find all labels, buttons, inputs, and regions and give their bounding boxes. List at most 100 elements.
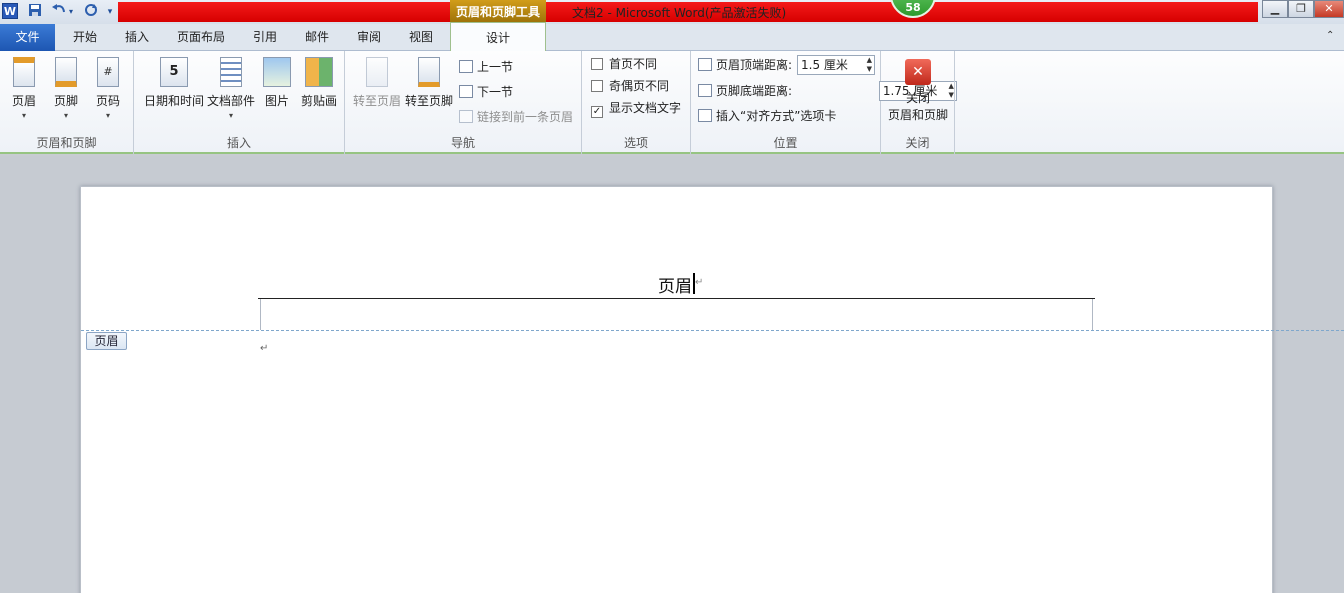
- undo-dropdown-icon[interactable]: ▾: [66, 3, 76, 21]
- previous-section-icon: [459, 60, 473, 73]
- tab-review[interactable]: 审阅: [344, 24, 394, 51]
- link-icon: [459, 110, 473, 123]
- tab-file[interactable]: 文件: [0, 24, 55, 51]
- tab-insert[interactable]: 插入: [112, 24, 162, 51]
- show-document-text-checkbox[interactable]: ✓ 显示文档文字: [591, 99, 681, 118]
- checkbox-icon: [591, 58, 603, 70]
- dropdown-icon: ▾: [105, 111, 110, 120]
- tab-design[interactable]: 设计: [450, 22, 546, 52]
- header-top-value: 1.5 厘米: [801, 58, 848, 72]
- different-first-page-label: 首页不同: [609, 57, 658, 71]
- group-position: 页眉顶端距离: 1.5 厘米 ▲ ▼ 页脚底端距离: 1.75 厘米 ▲ ▼ 插入“…: [691, 51, 957, 154]
- alignment-tab-icon: [698, 109, 712, 122]
- group-label: 页眉和页脚: [36, 136, 97, 150]
- dropdown-icon: ▾: [21, 111, 26, 120]
- previous-section-label: 上一节: [477, 60, 514, 74]
- header-top-distance-label: 页眉顶端距离:: [698, 56, 792, 74]
- insert-alignment-tab-button[interactable]: 插入“对齐方式”选项卡: [698, 107, 836, 125]
- minimize-icon[interactable]: ▁: [1262, 0, 1288, 18]
- close-label-line1: 关闭: [905, 91, 930, 105]
- checkbox-icon: [591, 80, 603, 92]
- footer-icon: [55, 57, 77, 87]
- quickparts-button[interactable]: 文档部件 ▾: [206, 57, 256, 120]
- quickparts-icon: [220, 57, 242, 87]
- goto-header-label: 转至页眉: [352, 94, 401, 108]
- contextual-tab-title: 页眉和页脚工具: [450, 0, 546, 24]
- window-title: 文档2 - Microsoft Word(产品激活失败): [572, 6, 787, 20]
- different-first-page-checkbox[interactable]: 首页不同: [591, 55, 657, 73]
- paragraph-mark: ↵: [260, 343, 269, 354]
- clipart-icon: [305, 57, 333, 87]
- header-position-icon: [698, 58, 712, 71]
- picture-label: 图片: [264, 94, 289, 108]
- header-tag: 页眉: [86, 332, 127, 350]
- ribbon: 页眉 ▾ 页脚 ▾ # 页码 ▾ 页眉和页脚 5 日期和时间 文档部件 ▾ 图片: [0, 51, 1344, 154]
- quickparts-label: 文档部件: [206, 94, 255, 108]
- group-label: 插入: [226, 136, 251, 150]
- close-header-footer-button[interactable]: ✕ 关闭 页眉和页脚: [885, 59, 951, 123]
- clipart-label: 剪贴画: [300, 94, 337, 108]
- close-window-icon[interactable]: ✕: [1314, 0, 1344, 18]
- tab-references[interactable]: 引用: [240, 24, 290, 51]
- goto-footer-icon: [418, 57, 440, 87]
- different-odd-even-label: 奇偶页不同: [609, 79, 670, 93]
- tab-page-layout[interactable]: 页面布局: [164, 24, 238, 51]
- word-icon[interactable]: W: [2, 3, 18, 19]
- header-top-text: 页眉顶端距离:: [716, 58, 793, 72]
- close-icon: ✕: [905, 59, 931, 85]
- next-section-button[interactable]: 下一节: [459, 83, 513, 101]
- group-options: 首页不同 奇偶页不同 ✓ 显示文档文字 选项: [582, 51, 691, 154]
- group-label: 位置: [773, 136, 798, 150]
- close-label-line2: 页眉和页脚: [887, 108, 948, 122]
- footer-label: 页脚: [53, 94, 78, 108]
- redo-icon[interactable]: [82, 3, 100, 21]
- spin-arrows-icon[interactable]: ▲ ▼: [867, 56, 872, 74]
- restore-icon[interactable]: ❐: [1288, 0, 1314, 18]
- customize-toolbar-icon[interactable]: ▾: [104, 3, 116, 21]
- page-number-label: 页码: [95, 94, 120, 108]
- collapse-ribbon-icon[interactable]: ⌃: [1326, 30, 1334, 41]
- header-boundary-line: [81, 330, 1344, 331]
- group-label: 选项: [623, 136, 648, 150]
- datetime-button[interactable]: 5 日期和时间: [140, 57, 208, 109]
- different-odd-even-checkbox[interactable]: 奇偶页不同: [591, 77, 669, 95]
- document-page[interactable]: [80, 186, 1273, 593]
- checkmark-icon: ✓: [591, 106, 603, 118]
- header-button[interactable]: 页眉 ▾: [6, 57, 42, 120]
- footer-bottom-distance-label: 页脚底端距离:: [698, 82, 792, 100]
- paragraph-mark: ↵: [695, 277, 704, 288]
- header-top-distance-input[interactable]: 1.5 厘米 ▲ ▼: [797, 55, 875, 75]
- next-section-label: 下一节: [477, 85, 514, 99]
- group-navigation: 转至页眉 转至页脚 上一节 下一节 链接到前一条页眉 导航: [345, 51, 582, 154]
- show-document-text-label: 显示文档文字: [609, 101, 682, 115]
- header-text[interactable]: 页眉: [658, 272, 692, 297]
- picture-icon: [263, 57, 291, 87]
- insert-alignment-tab-label: 插入“对齐方式”选项卡: [716, 109, 837, 123]
- group-insert: 5 日期和时间 文档部件 ▾ 图片 剪贴画 插入: [134, 51, 345, 154]
- tab-home[interactable]: 开始: [58, 24, 112, 51]
- next-section-icon: [459, 85, 473, 98]
- group-label: 导航: [450, 136, 475, 150]
- save-icon[interactable]: [26, 3, 44, 21]
- link-to-previous-label: 链接到前一条页眉: [477, 110, 574, 124]
- clipart-button[interactable]: 剪贴画: [298, 57, 340, 109]
- page-number-icon: #: [97, 57, 119, 87]
- datetime-label: 日期和时间: [143, 94, 204, 108]
- link-to-previous-button[interactable]: 链接到前一条页眉: [459, 108, 573, 126]
- goto-footer-label: 转至页脚: [404, 94, 453, 108]
- header-region[interactable]: [260, 299, 1093, 330]
- calendar-icon: 5: [160, 57, 188, 87]
- tab-view[interactable]: 视图: [396, 24, 446, 51]
- goto-footer-button[interactable]: 转至页脚: [403, 57, 455, 109]
- dropdown-icon: ▾: [228, 111, 233, 120]
- page-number-button[interactable]: # 页码 ▾: [90, 57, 126, 120]
- dropdown-icon: ▾: [63, 111, 68, 120]
- previous-section-button[interactable]: 上一节: [459, 58, 513, 76]
- group-label: 关闭: [905, 136, 930, 150]
- group-header-footer: 页眉 ▾ 页脚 ▾ # 页码 ▾ 页眉和页脚: [0, 51, 134, 154]
- footer-button[interactable]: 页脚 ▾: [48, 57, 84, 120]
- footer-bottom-text: 页脚底端距离:: [716, 84, 793, 98]
- goto-header-button[interactable]: 转至页眉: [351, 57, 403, 109]
- tab-mailings[interactable]: 邮件: [292, 24, 342, 51]
- picture-button[interactable]: 图片: [260, 57, 294, 109]
